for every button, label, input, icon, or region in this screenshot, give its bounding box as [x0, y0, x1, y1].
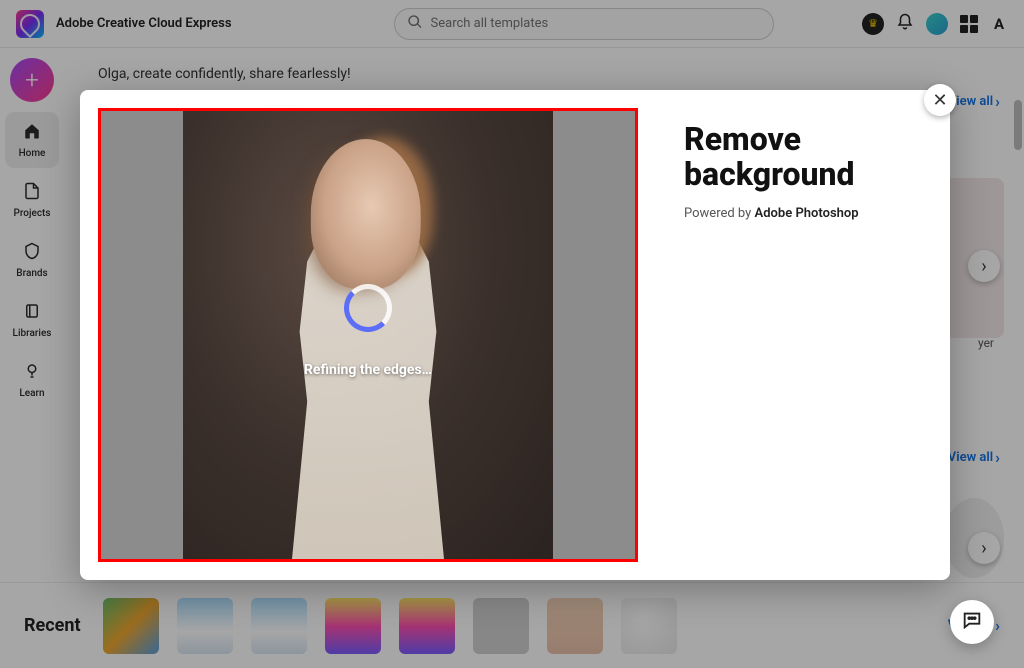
spinner-status-text: Refining the edges…	[304, 362, 432, 378]
help-chat-button[interactable]	[950, 600, 994, 644]
modal-image-frame: Refining the edges…	[98, 108, 638, 562]
chat-icon	[961, 609, 983, 635]
image-subject-head	[311, 139, 421, 289]
processing-image: Refining the edges…	[183, 111, 553, 559]
remove-background-modal: ✕ Refining the edges… Remove background …	[80, 90, 950, 580]
modal-subtitle: Powered by Adobe Photoshop	[684, 206, 922, 221]
modal-close-button[interactable]: ✕	[924, 84, 956, 116]
modal-subtitle-brand: Adobe Photoshop	[755, 206, 859, 221]
modal-subtitle-prefix: Powered by	[684, 206, 755, 221]
modal-title: Remove background	[684, 122, 922, 192]
loading-spinner-icon	[344, 284, 392, 332]
modal-info-panel: Remove background Powered by Adobe Photo…	[656, 90, 950, 580]
close-icon: ✕	[932, 90, 947, 111]
